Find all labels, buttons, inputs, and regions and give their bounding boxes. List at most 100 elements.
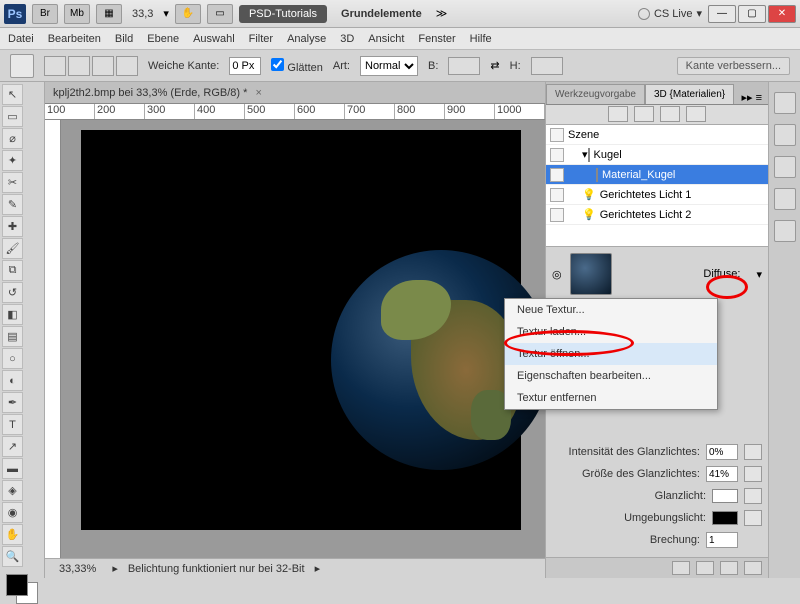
color-panel-icon[interactable] xyxy=(774,92,796,114)
menu-edit-properties[interactable]: Eigenschaften bearbeiten... xyxy=(505,365,717,387)
hand-tool[interactable]: ✋ xyxy=(2,524,23,545)
more-workspaces[interactable]: ≫ xyxy=(436,7,448,20)
lasso-tool[interactable]: ⌀ xyxy=(2,128,23,149)
gradient-tool[interactable]: ▤ xyxy=(2,326,23,347)
cslive-button[interactable]: CS Live▾ xyxy=(638,7,702,20)
menu-bild[interactable]: Bild xyxy=(115,33,133,45)
gloss-tex-icon[interactable] xyxy=(744,488,762,504)
tree-material[interactable]: Material_Kugel xyxy=(546,165,768,185)
hand-button[interactable]: ✋ xyxy=(175,4,201,24)
intensity-tex-icon[interactable] xyxy=(744,444,762,460)
layers-panel-icon[interactable] xyxy=(774,220,796,242)
workspace-tab-1[interactable]: PSD-Tutorials xyxy=(239,5,327,23)
diffuse-texture-button[interactable]: ▾ xyxy=(756,268,762,281)
glosssize-tex-icon[interactable] xyxy=(744,466,762,482)
adjustments-panel-icon[interactable] xyxy=(774,156,796,178)
render-icon[interactable] xyxy=(672,561,690,575)
swatches-panel-icon[interactable] xyxy=(774,124,796,146)
glosssize-input[interactable] xyxy=(706,466,738,482)
stamp-tool[interactable]: ⧉ xyxy=(2,260,23,281)
antialias-check[interactable]: Glätten xyxy=(271,58,323,74)
trash-icon[interactable] xyxy=(744,561,762,575)
eye-icon[interactable] xyxy=(550,128,564,142)
eye-icon[interactable] xyxy=(550,188,564,202)
dodge-tool[interactable]: ◐ xyxy=(2,370,23,391)
sel-new[interactable] xyxy=(44,56,66,76)
tab-3d-materialien[interactable]: 3D {Materialien} xyxy=(645,84,734,104)
styles-panel-icon[interactable] xyxy=(774,188,796,210)
maximize-button[interactable]: ▢ xyxy=(738,5,766,23)
minimize-button[interactable]: — xyxy=(708,5,736,23)
menu-new-texture[interactable]: Neue Textur... xyxy=(505,299,717,321)
current-tool-icon[interactable] xyxy=(10,54,34,78)
filter-light-icon[interactable] xyxy=(686,106,706,122)
mb-button[interactable]: Mb xyxy=(64,4,90,24)
blur-tool[interactable]: ○ xyxy=(2,348,23,369)
eye-icon[interactable] xyxy=(550,148,564,162)
menu-fenster[interactable]: Fenster xyxy=(418,33,455,45)
status-zoom[interactable]: 33,33% xyxy=(53,563,102,575)
menu-ansicht[interactable]: Ansicht xyxy=(368,33,404,45)
bridge-button[interactable]: Br xyxy=(32,4,58,24)
menu-filter[interactable]: Filter xyxy=(249,33,273,45)
move-tool[interactable]: ↖ xyxy=(2,84,23,105)
light-icon[interactable] xyxy=(696,561,714,575)
eraser-tool[interactable]: ◧ xyxy=(2,304,23,325)
filter-scene-icon[interactable] xyxy=(608,106,628,122)
refine-edge-button[interactable]: Kante verbessern... xyxy=(677,57,790,75)
orbit-icon[interactable]: ◎ xyxy=(552,268,562,281)
eye-icon[interactable] xyxy=(550,208,564,222)
feather-input[interactable] xyxy=(229,57,261,75)
menu-remove-texture[interactable]: Textur entfernen xyxy=(505,387,717,409)
menu-bearbeiten[interactable]: Bearbeiten xyxy=(48,33,101,45)
refraction-input[interactable] xyxy=(706,532,738,548)
filter-mat-icon[interactable] xyxy=(660,106,680,122)
type-tool[interactable]: T xyxy=(2,414,23,435)
style-select[interactable]: Normal xyxy=(360,56,418,76)
tree-kugel[interactable]: ▾ Kugel xyxy=(546,145,768,165)
menu-auswahl[interactable]: Auswahl xyxy=(193,33,235,45)
menu-hilfe[interactable]: Hilfe xyxy=(470,33,492,45)
ambient-swatch[interactable] xyxy=(712,511,738,525)
menu-analyse[interactable]: Analyse xyxy=(287,33,326,45)
ambient-tex-icon[interactable] xyxy=(744,510,762,526)
zoom-display[interactable]: 33,3 xyxy=(128,8,157,20)
crop-tool[interactable]: ✂ xyxy=(2,172,23,193)
3dcam-tool[interactable]: ◉ xyxy=(2,502,23,523)
3d-tool[interactable]: ◈ xyxy=(2,480,23,501)
sel-inter[interactable] xyxy=(116,56,138,76)
path-tool[interactable]: ↗ xyxy=(2,436,23,457)
shape-tool[interactable]: ▬ xyxy=(2,458,23,479)
menu-3d[interactable]: 3D xyxy=(340,33,354,45)
canvas[interactable] xyxy=(61,120,545,558)
gloss-swatch[interactable] xyxy=(712,489,738,503)
view-button[interactable]: ▭ xyxy=(207,4,233,24)
menu-ebene[interactable]: Ebene xyxy=(147,33,179,45)
tree-scene[interactable]: Szene xyxy=(546,125,768,145)
pen-tool[interactable]: ✒ xyxy=(2,392,23,413)
marquee-tool[interactable]: ▭ xyxy=(2,106,23,127)
zoom-tool[interactable]: 🔍 xyxy=(2,546,23,567)
close-button[interactable]: ✕ xyxy=(768,5,796,23)
heal-tool[interactable]: ✚ xyxy=(2,216,23,237)
wand-tool[interactable]: ✦ xyxy=(2,150,23,171)
intensity-input[interactable] xyxy=(706,444,738,460)
tree-light1[interactable]: 💡 Gerichtetes Licht 1 xyxy=(546,185,768,205)
eyedropper-tool[interactable]: ✎ xyxy=(2,194,23,215)
eye-icon[interactable] xyxy=(550,168,564,182)
menu-load-texture[interactable]: Textur laden... xyxy=(505,321,717,343)
new-icon[interactable] xyxy=(720,561,738,575)
history-tool[interactable]: ↺ xyxy=(2,282,23,303)
sel-add[interactable] xyxy=(68,56,90,76)
sel-sub[interactable] xyxy=(92,56,114,76)
menu-datei[interactable]: Datei xyxy=(8,33,34,45)
tab-werkzeugvorgabe[interactable]: Werkzeugvorgabe xyxy=(546,84,645,104)
brush-tool[interactable]: 🖌 xyxy=(2,238,23,259)
tree-light2[interactable]: 💡 Gerichtetes Licht 2 xyxy=(546,205,768,225)
filter-mesh-icon[interactable] xyxy=(634,106,654,122)
close-doc-icon[interactable]: × xyxy=(255,87,261,99)
workspace-tab-2[interactable]: Grundelemente xyxy=(333,5,430,23)
document-tab[interactable]: kplj2th2.bmp bei 33,3% (Erde, RGB/8) * × xyxy=(45,82,545,104)
layout-button[interactable]: ▦ xyxy=(96,4,122,24)
menu-open-texture[interactable]: Textur öffnen... xyxy=(505,343,717,365)
